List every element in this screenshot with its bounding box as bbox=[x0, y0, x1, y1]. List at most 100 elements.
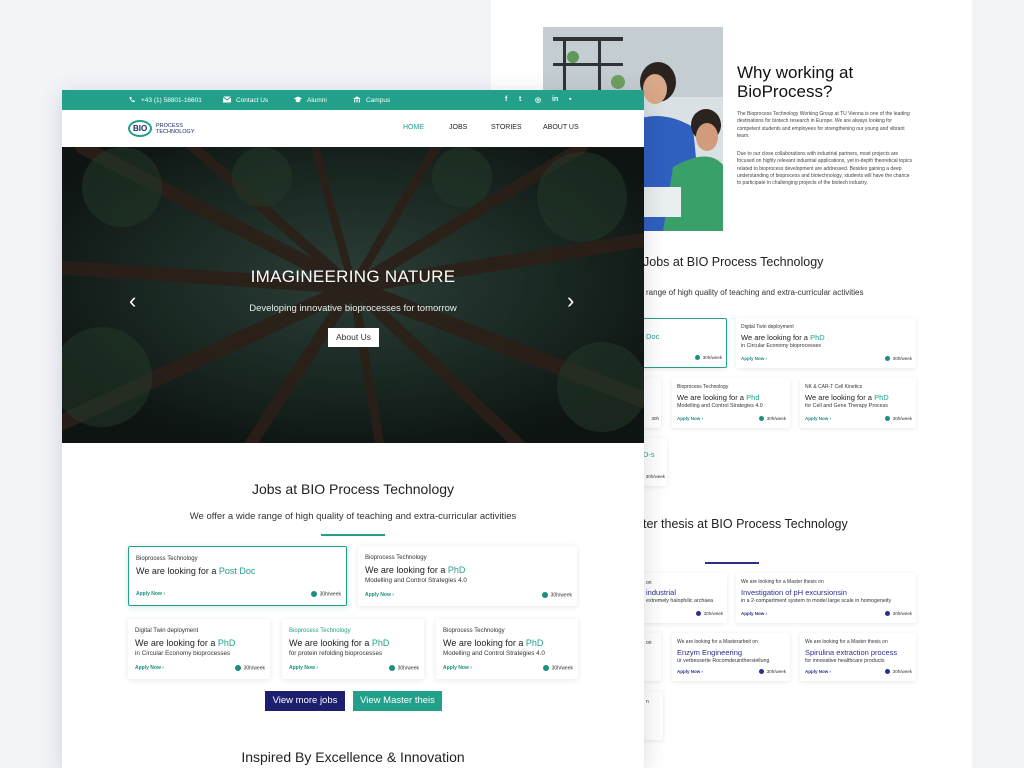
campus-icon bbox=[353, 96, 361, 103]
thesis-hours: 30h/week bbox=[884, 611, 912, 616]
apply-now-link[interactable]: Apply Now › bbox=[365, 592, 394, 598]
thesis-category: We are looking for a Masterarbeit on bbox=[677, 639, 758, 645]
apply-now-link[interactable]: Apply Now › bbox=[443, 665, 472, 671]
back-thesis-title: ter thesis at BIO Process Technology bbox=[643, 517, 848, 531]
back-job-card-fragment[interactable]: 30h bbox=[641, 378, 661, 428]
job-category: Bioprocess Technology bbox=[677, 384, 729, 390]
job-card-postdoc[interactable]: Bioprocess Technology We are looking for… bbox=[128, 546, 347, 606]
back-thesis-card-fragment[interactable]: n bbox=[641, 692, 663, 740]
job-headline: We are looking for a Post Doc bbox=[136, 566, 256, 576]
clock-icon bbox=[234, 664, 241, 671]
clock-icon bbox=[388, 664, 395, 671]
thesis-category: n bbox=[646, 699, 649, 705]
back-job-card-postdoc[interactable]: Doc 30h/week bbox=[641, 318, 727, 368]
top-contact-bar: +43 (1) 58801-16601 Contact Us Alumni Ca… bbox=[62, 90, 644, 110]
thesis-description: for innovative healthcare products bbox=[805, 658, 885, 664]
linkedin-icon[interactable]: in bbox=[552, 96, 558, 103]
job-card[interactable]: Digital Twin deployment We are looking f… bbox=[128, 619, 270, 679]
view-master-thesis-button[interactable]: View Master theis bbox=[353, 691, 442, 711]
why-working-title: Why working at BioProcess? bbox=[737, 63, 854, 101]
contact-us-link[interactable]: Contact Us bbox=[223, 96, 268, 104]
nav-stories[interactable]: STORIES bbox=[491, 124, 522, 131]
back-thesis-card[interactable]: We are looking for a Master thesis on In… bbox=[736, 573, 916, 623]
back-jobs-subtitle: range of high quality of teaching and ex… bbox=[646, 288, 864, 297]
apply-now-link[interactable]: Apply Now › bbox=[135, 665, 164, 671]
twitter-icon[interactable]: t bbox=[519, 96, 521, 103]
job-category: Bioprocess Technology bbox=[443, 628, 505, 634]
job-category: NK & CAR-T Cell Kinetics bbox=[805, 384, 863, 390]
thesis-headline: industrial bbox=[646, 588, 677, 597]
why-paragraph-2: Due to our close collaborations with ind… bbox=[737, 151, 913, 187]
job-category: Bioprocess Technology bbox=[289, 628, 351, 634]
nav-jobs[interactable]: JOBS bbox=[449, 124, 467, 131]
job-hours: 30h/week bbox=[884, 416, 912, 421]
about-us-button[interactable]: About Us bbox=[328, 328, 379, 347]
job-category: Bioprocess Technology bbox=[136, 556, 198, 562]
job-role: D-s bbox=[643, 450, 655, 459]
job-headline: We are looking for a PhD bbox=[365, 565, 466, 575]
hero-subtitle: Developing innovative bioprocesses for t… bbox=[249, 303, 457, 314]
back-thesis-card[interactable]: We are looking for a Master thesis on Sp… bbox=[800, 633, 916, 681]
instagram-icon[interactable]: ◎ bbox=[535, 96, 541, 104]
job-headline: We are looking for a PhD bbox=[443, 638, 544, 648]
forest-canopy-image bbox=[62, 147, 644, 443]
job-hours: 30h/week bbox=[758, 416, 786, 421]
jobs-section-title: Jobs at BIO Process Technology bbox=[251, 481, 455, 497]
main-navbar: BIO PROCESS TECHNOLOGY HOME JOBS STORIES … bbox=[62, 110, 644, 147]
facebook-icon[interactable]: f bbox=[505, 96, 507, 103]
job-hours: 30h/week bbox=[234, 664, 265, 671]
job-description: for protein refolding bioprocesses bbox=[289, 650, 383, 657]
job-hours: 30h/week bbox=[884, 356, 912, 361]
job-card[interactable]: Bioprocess Technology We are looking for… bbox=[358, 546, 577, 606]
job-category: Digital Twin deployment bbox=[741, 324, 794, 330]
thesis-description: in a 2-compartment system to model large… bbox=[741, 598, 892, 604]
clock-icon bbox=[542, 664, 549, 671]
apply-now-link[interactable]: Apply Now › bbox=[741, 356, 767, 361]
campus-link[interactable]: Campus bbox=[353, 96, 390, 104]
back-thesis-card[interactable]: We are looking for a Masterarbeit on Enz… bbox=[672, 633, 790, 681]
job-description: Modelling and Control Strategies 4.0 bbox=[365, 577, 467, 584]
job-card[interactable]: Bioprocess Technology We are looking for… bbox=[436, 619, 578, 679]
jobs-section-subtitle: We offer a wide range of high quality of… bbox=[189, 511, 517, 522]
job-hours: 30h/week bbox=[541, 591, 572, 598]
job-card[interactable]: Bioprocess Technology We are looking for… bbox=[282, 619, 424, 679]
back-thesis-card[interactable]: on industrial extremely halophilic archa… bbox=[641, 573, 727, 623]
apply-now-link[interactable]: Apply Now › bbox=[805, 669, 831, 674]
thesis-hours: 30h/week bbox=[758, 669, 786, 674]
nav-home[interactable]: HOME bbox=[403, 124, 424, 131]
job-hours: 30h/week bbox=[542, 664, 573, 671]
flickr-icon[interactable]: ▪ bbox=[569, 96, 571, 103]
apply-now-link[interactable]: Apply Now › bbox=[805, 416, 831, 421]
thesis-headline: Spirulina extraction process bbox=[805, 648, 898, 657]
view-more-jobs-button[interactable]: View more jobs bbox=[265, 691, 345, 711]
back-job-card-fragment[interactable]: D-s 30h/week bbox=[641, 438, 667, 486]
job-category: Bioprocess Technology bbox=[365, 555, 427, 561]
bio-process-logo[interactable]: BIO PROCESS TECHNOLOGY bbox=[128, 120, 208, 138]
back-thesis-card-fragment[interactable]: on bbox=[641, 633, 661, 681]
back-job-card[interactable]: NK & CAR-T Cell Kinetics We are looking … bbox=[800, 378, 916, 428]
back-job-card[interactable]: Digital Twin deployment We are looking f… bbox=[736, 318, 916, 368]
job-hours: 30h/week bbox=[310, 590, 341, 597]
job-description: in Circular Economy bioprocesses bbox=[135, 650, 231, 657]
back-jobs-title: Jobs at BIO Process Technology bbox=[643, 255, 824, 269]
nav-about-us[interactable]: ABOUT US bbox=[543, 124, 579, 131]
logo-wordmark: PROCESS TECHNOLOGY bbox=[156, 123, 195, 135]
apply-now-link[interactable]: Apply Now › bbox=[136, 591, 165, 597]
apply-now-link[interactable]: Apply Now › bbox=[289, 665, 318, 671]
thesis-category: on bbox=[646, 580, 652, 586]
phone-link[interactable]: +43 (1) 58801-16601 bbox=[128, 96, 202, 104]
thesis-hours: 30h/week bbox=[884, 669, 912, 674]
inspired-section-title: Inspired By Excellence & Innovation bbox=[241, 749, 465, 765]
thesis-headline: Enzym Engineering bbox=[677, 648, 743, 657]
logo-bio-text: BIO bbox=[133, 124, 148, 133]
clock-icon bbox=[310, 590, 317, 597]
apply-now-link[interactable]: Apply Now › bbox=[677, 416, 703, 421]
apply-now-link[interactable]: Apply Now › bbox=[677, 669, 703, 674]
alumni-link[interactable]: Alumni bbox=[294, 96, 327, 104]
job-description: for Cell and Gene Therapy Process bbox=[805, 403, 888, 409]
apply-now-link[interactable]: Apply Now › bbox=[741, 611, 767, 616]
job-category: Digital Twin deployment bbox=[135, 628, 199, 634]
back-job-card[interactable]: Bioprocess Technology We are looking for… bbox=[672, 378, 790, 428]
job-hours: 30h/week bbox=[645, 474, 665, 479]
job-hours: 30h/week bbox=[694, 355, 722, 360]
